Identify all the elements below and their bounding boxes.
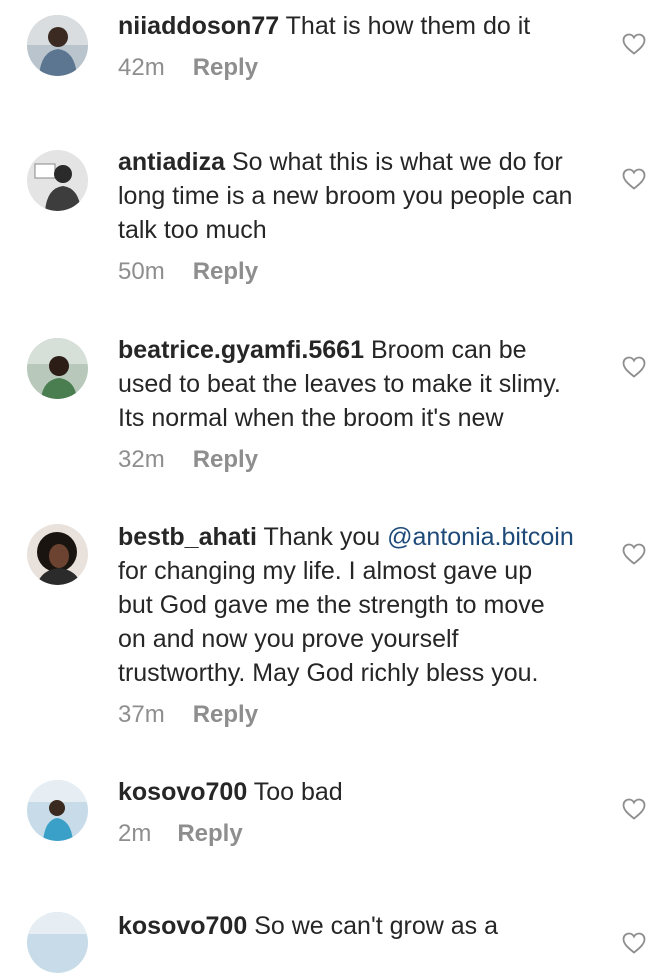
comment-username[interactable]: antiadiza (118, 148, 225, 176)
comment-message: trustworthy. May God richly bless you. (118, 659, 539, 687)
comment-time: 32m (118, 446, 165, 473)
comment-meta: 2m Reply (118, 817, 608, 851)
heart-icon[interactable] (622, 168, 646, 190)
comment-message: Broom can be (370, 336, 527, 364)
comment-time: 42m (118, 54, 165, 81)
comment-time: 50m (118, 258, 165, 285)
comment-username[interactable]: beatrice.gyamfi.5661 (118, 336, 364, 364)
comment-body: kosovo700 Too bad 2m Reply (118, 775, 608, 851)
mention-link[interactable]: @antonia.bitcoin (387, 523, 574, 551)
comment-message: talk too much (118, 216, 267, 244)
heart-icon[interactable] (622, 798, 646, 820)
comment-meta: 32m Reply (118, 443, 608, 477)
comment-time: 37m (118, 701, 165, 728)
comment-text: kosovo700 So we can't grow as a (118, 909, 608, 943)
reply-button[interactable]: Reply (193, 701, 258, 728)
avatar[interactable] (27, 15, 88, 76)
comment-username[interactable]: kosovo700 (118, 778, 247, 806)
reply-button[interactable]: Reply (193, 446, 258, 473)
comment-text: antiadiza So what this is what we do for… (118, 145, 608, 247)
comment-meta: 50m Reply (118, 255, 608, 289)
heart-icon[interactable] (622, 543, 646, 565)
comment-message: That is how them do it (285, 12, 531, 40)
comment-time: 2m (118, 820, 152, 847)
avatar[interactable] (27, 150, 88, 211)
comment-message: used to beat the leaves to make it slimy… (118, 370, 561, 398)
comment-message: long time is a new broom you people can (118, 182, 573, 210)
comment-meta: 42m Reply (118, 51, 608, 85)
reply-button[interactable]: Reply (177, 820, 242, 847)
comment-text: kosovo700 Too bad (118, 775, 608, 809)
comment-message: for changing my life. I almost gave up (118, 557, 533, 585)
comment-username[interactable]: bestb_ahati (118, 523, 257, 551)
avatar[interactable] (27, 912, 88, 973)
comment-message: Its normal when the broom it's new (118, 404, 504, 432)
comment-body: beatrice.gyamfi.5661 Broom can be used t… (118, 333, 608, 477)
comment-meta: 37m Reply (118, 698, 608, 732)
comment-message: So what this is what we do for (231, 148, 563, 176)
comment-body: antiadiza So what this is what we do for… (118, 145, 608, 289)
comment-body: niiaddoson77 That is how them do it 42m R… (118, 9, 608, 85)
comment-body: kosovo700 So we can't grow as a (118, 909, 608, 943)
reply-button[interactable]: Reply (193, 54, 258, 81)
comment-text: beatrice.gyamfi.5661 Broom can be used t… (118, 333, 608, 435)
heart-icon[interactable] (622, 932, 646, 954)
reply-button[interactable]: Reply (193, 258, 258, 285)
comment-message: on and now you prove yourself (118, 625, 459, 653)
comment-message: So we can't grow as a (254, 912, 498, 940)
comment-username[interactable]: kosovo700 (118, 912, 247, 940)
comment-body: bestb_ahati Thank you @antonia.bitcoin f… (118, 520, 608, 732)
avatar[interactable] (27, 780, 88, 841)
heart-icon[interactable] (622, 33, 646, 55)
avatar[interactable] (27, 338, 88, 399)
avatar[interactable] (27, 524, 88, 585)
comment-text: niiaddoson77 That is how them do it (118, 9, 608, 43)
comment-message: Too bad (253, 778, 343, 806)
comment-message: but God gave me the strength to move (118, 591, 545, 619)
comment-message: Thank you (263, 523, 381, 551)
comment-username[interactable]: niiaddoson77 (118, 12, 279, 40)
heart-icon[interactable] (622, 356, 646, 378)
comment-text: bestb_ahati Thank you @antonia.bitcoin f… (118, 520, 608, 690)
